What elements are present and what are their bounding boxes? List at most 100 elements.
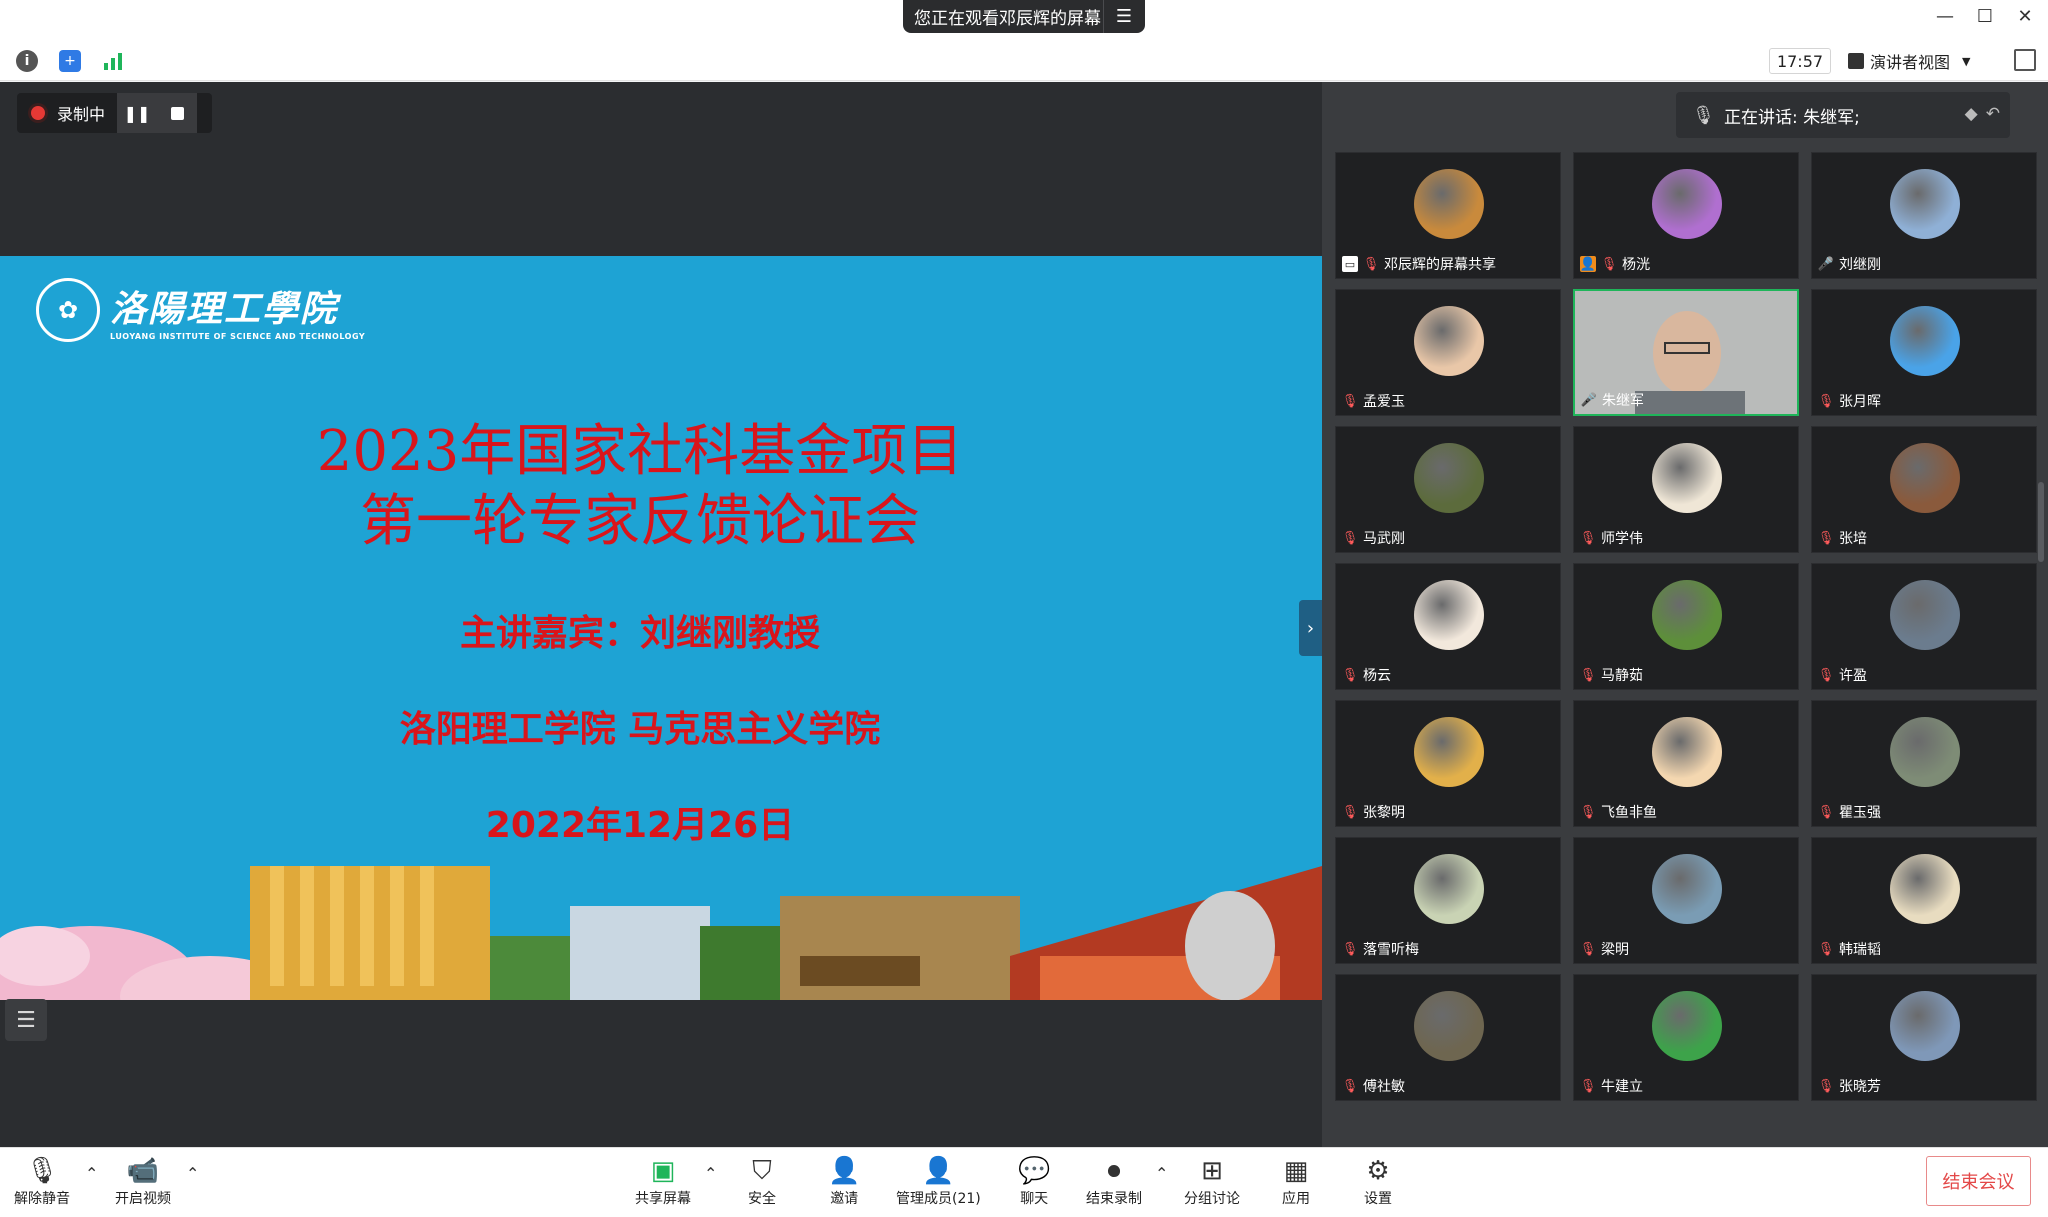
participant-tile[interactable]: 🎙 马静茹 (1573, 563, 1799, 690)
signal-icon[interactable] (102, 50, 124, 72)
avatar (1890, 169, 1960, 239)
participant-name-row: 🎙 牛建立 (1580, 1076, 1643, 1096)
recording-options-chevron-icon[interactable]: ⌃ (1155, 1164, 1168, 1183)
host-icon: 👤 (1579, 256, 1597, 272)
avatar (1652, 443, 1722, 513)
avatar (1890, 717, 1960, 787)
collapse-icon[interactable]: ◆ (1965, 104, 1978, 126)
security-button[interactable]: ⛉ 安全 (748, 1154, 776, 1208)
maximize-icon[interactable]: ☐ (1970, 6, 2000, 27)
participant-tile[interactable]: 🎙 傅社敏 (1335, 974, 1561, 1101)
manage-members-button[interactable]: 👤 管理成员(21) (896, 1154, 981, 1208)
participant-tile[interactable]: 🎙 张晓芳 (1811, 974, 2037, 1101)
participant-tile[interactable]: 🎤 朱继军 (1573, 289, 1799, 416)
mic-muted-icon: 🎙 (1579, 804, 1597, 820)
settings-label: 设置 (1364, 1191, 1392, 1207)
participant-name-row: 🎙 瞿玉强 (1818, 802, 1881, 822)
active-speaker-bar: 🎙 正在讲话: 朱继军; ◆ ↶ (1676, 92, 2010, 138)
participant-tile[interactable]: 🎤 刘继刚 (1811, 152, 2037, 279)
participant-tile[interactable]: 🎙 牛建立 (1573, 974, 1799, 1101)
participant-name-row: 🎙 张培 (1818, 528, 1867, 548)
info-icon[interactable]: i (16, 50, 38, 72)
participant-name-row: 🎙 杨云 (1342, 665, 1391, 685)
shield-icon[interactable]: + (59, 50, 81, 72)
fullscreen-icon[interactable] (2014, 49, 2036, 71)
avatar (1652, 854, 1722, 924)
participant-name: 落雪听梅 (1363, 942, 1419, 958)
participant-tile[interactable]: 🎙 落雪听梅 (1335, 837, 1561, 964)
title-bar: 您正在观看邓辰辉的屏幕 ☰ — ☐ ✕ (0, 0, 2048, 40)
recording-label: 录制中 (57, 105, 106, 124)
participant-name: 许盈 (1839, 668, 1867, 684)
mic-muted-icon: 🎙 (1600, 256, 1618, 272)
panel-scrollbar[interactable] (2038, 482, 2044, 562)
stop-recording-toolbar-button[interactable]: ⏺ 结束录制 (1086, 1154, 1142, 1208)
participant-tile[interactable]: 🎙 韩瑞韬 (1811, 837, 2037, 964)
back-arrow-icon[interactable]: ↶ (1986, 104, 2000, 126)
participant-tile[interactable]: 🎙 马武刚 (1335, 426, 1561, 553)
avatar (1414, 443, 1484, 513)
participant-name: 杨云 (1363, 668, 1391, 684)
participant-tile[interactable]: 👤 🎙 杨洸 (1573, 152, 1799, 279)
participant-tile[interactable]: 🎙 瞿玉强 (1811, 700, 2037, 827)
minimize-icon[interactable]: — (1930, 6, 1960, 27)
participant-tile[interactable]: 🎙 梁明 (1573, 837, 1799, 964)
share-screen-button[interactable]: ▣ 共享屏幕 (635, 1154, 691, 1208)
mic-icon: 🎤 (1817, 256, 1835, 272)
participant-tile[interactable]: 🎙 师学伟 (1573, 426, 1799, 553)
avatar (1414, 991, 1484, 1061)
breakout-rooms-button[interactable]: ⊞ 分组讨论 (1184, 1154, 1240, 1208)
mic-muted-icon: 🎙 (1362, 256, 1380, 272)
invite-label: 邀请 (830, 1191, 859, 1207)
avatar (1652, 717, 1722, 787)
panel-collapse-button[interactable]: › (1299, 600, 1322, 656)
chat-label: 聊天 (1020, 1191, 1049, 1207)
share-options-chevron-icon[interactable]: ⌃ (704, 1164, 717, 1183)
participant-tile[interactable]: 🎙 许盈 (1811, 563, 2037, 690)
participant-tile[interactable]: 🎙 孟爱玉 (1335, 289, 1561, 416)
start-video-button[interactable]: 📹 开启视频 (115, 1154, 171, 1208)
participant-name: 朱继军 (1602, 393, 1644, 409)
avatar (1890, 580, 1960, 650)
chat-button[interactable]: 💬 聊天 (1018, 1154, 1050, 1208)
participant-name: 飞鱼非鱼 (1601, 805, 1657, 821)
participant-name-row: ▭ 🎙 邓辰辉的屏幕共享 (1342, 254, 1496, 274)
video-options-chevron-icon[interactable]: ⌃ (186, 1164, 199, 1183)
record-stop-icon: ⏺ (1107, 1155, 1121, 1186)
share-notice-text: 您正在观看邓辰辉的屏幕 (914, 9, 1101, 29)
participant-tile[interactable]: 🎙 张黎明 (1335, 700, 1561, 827)
school-logo: ✿ 洛陽理工學院 LUOYANG INSTITUTE OF SCIENCE AN… (36, 278, 365, 342)
apps-button[interactable]: ▦ 应用 (1282, 1154, 1310, 1208)
pause-recording-button[interactable]: ❚❚ (117, 93, 157, 133)
list-icon[interactable]: ☰ (5, 999, 47, 1041)
unmute-label: 解除静音 (14, 1191, 70, 1207)
mic-muted-icon: 🎙 (1817, 1078, 1835, 1094)
participant-name-row: 🎙 梁明 (1580, 939, 1629, 959)
screen-share-notice: 您正在观看邓辰辉的屏幕 ☰ (903, 0, 1145, 33)
view-mode-dropdown[interactable]: 演讲者视图 ▼ (1848, 48, 1988, 74)
participant-tile[interactable]: 🎙 杨云 (1335, 563, 1561, 690)
mic-muted-icon: 🎙 (1817, 667, 1835, 683)
audio-options-chevron-icon[interactable]: ⌃ (85, 1164, 98, 1183)
avatar (1414, 169, 1484, 239)
mic-muted-icon: 🎙 (1692, 104, 1715, 126)
end-meeting-button[interactable]: 结束会议 (1926, 1156, 2031, 1206)
participant-panel: 🎙 正在讲话: 朱继军; ◆ ↶ ▭ 🎙 邓辰辉的屏幕共享 👤 🎙 杨洸 🎤 刘继刚 🎙 孟爱玉 🎤… (1322, 82, 2048, 1147)
mic-muted-icon: 🎙 (1579, 1078, 1597, 1094)
recording-bar: 录制中 ❚❚ (17, 93, 212, 133)
participant-tile[interactable]: 🎙 飞鱼非鱼 (1573, 700, 1799, 827)
participant-tile[interactable]: ▭ 🎙 邓辰辉的屏幕共享 (1335, 152, 1561, 279)
participant-name-row: 🎙 飞鱼非鱼 (1580, 802, 1657, 822)
recording-dot-icon (31, 106, 45, 120)
participant-tile[interactable]: 🎙 张培 (1811, 426, 2037, 553)
close-icon[interactable]: ✕ (2010, 6, 2040, 27)
participant-name-row: 🎙 张晓芳 (1818, 1076, 1881, 1096)
list-menu-icon[interactable]: ☰ (1104, 0, 1144, 33)
participant-name-row: 🎙 马武刚 (1342, 528, 1405, 548)
unmute-button[interactable]: 🎙 解除静音 (14, 1154, 70, 1208)
participant-tile[interactable]: 🎙 张月晖 (1811, 289, 2037, 416)
invite-button[interactable]: 👤 邀请 (828, 1154, 860, 1208)
settings-button[interactable]: ⚙ 设置 (1364, 1154, 1392, 1208)
stop-recording-button[interactable] (157, 93, 197, 133)
manage-members-label: 管理成员(21) (896, 1191, 981, 1207)
